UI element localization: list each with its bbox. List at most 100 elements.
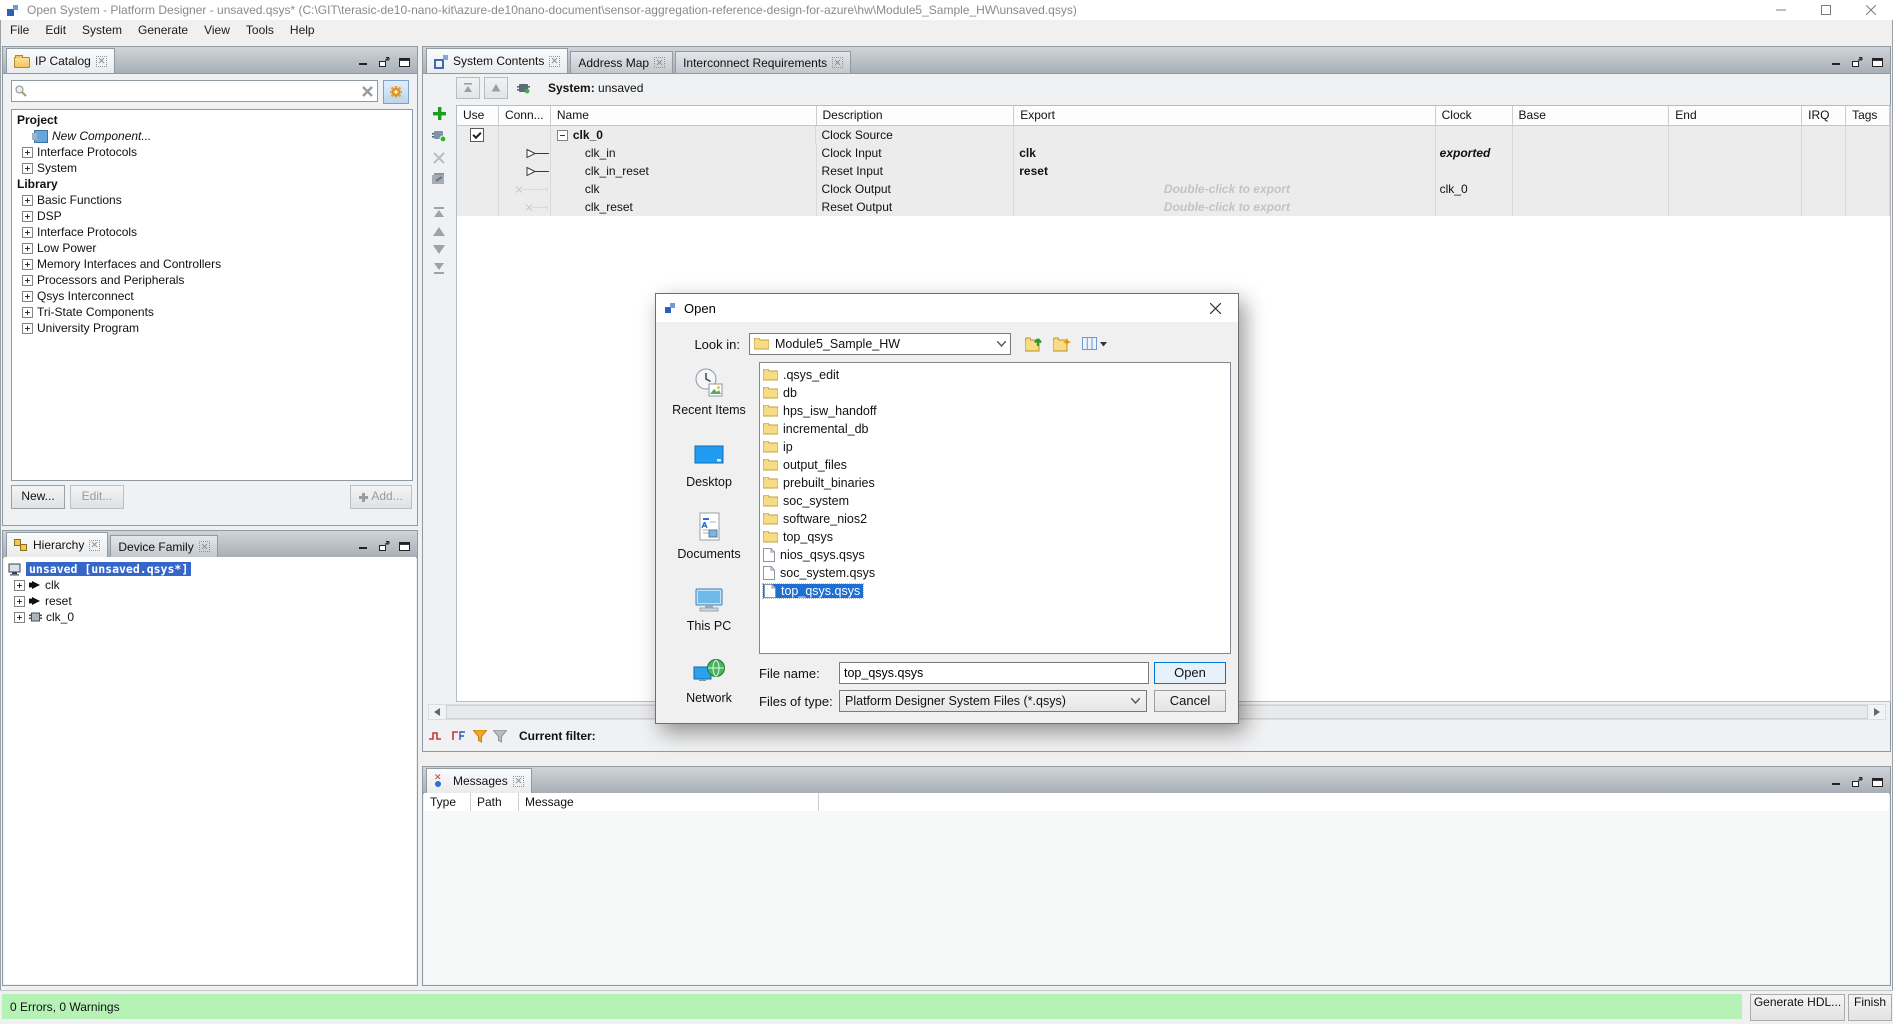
expand-icon[interactable] <box>22 243 33 254</box>
scroll-right-icon[interactable] <box>1869 705 1885 719</box>
move-top-button[interactable] <box>456 77 480 99</box>
expand-icon[interactable] <box>22 275 33 286</box>
clock-cell[interactable] <box>1436 198 1513 216</box>
float-panel-icon[interactable] <box>379 541 391 551</box>
clock-cell[interactable]: exported <box>1436 144 1513 162</box>
collapse-icon[interactable] <box>557 130 568 141</box>
expand-icon[interactable] <box>14 596 25 607</box>
file-item-output-files[interactable]: output_files <box>760 456 1230 474</box>
new-folder-icon[interactable] <box>1051 334 1073 354</box>
expand-icon[interactable] <box>14 580 25 591</box>
ip-tree-item-new-component[interactable]: New Component... <box>12 128 412 144</box>
hierarchy-root[interactable]: unsaved [unsaved.qsys*] <box>8 561 416 577</box>
column-header-name[interactable]: Name <box>551 106 817 125</box>
menu-view[interactable]: View <box>196 21 238 39</box>
maximize-panel-icon[interactable] <box>1872 57 1884 67</box>
hierarchy-tab-hierarchy[interactable]: Hierarchy <box>6 532 108 557</box>
ip-tree-item-interface-protocols[interactable]: Interface Protocols <box>12 144 412 160</box>
ip-tree-item-tri-state-components[interactable]: Tri-State Components <box>12 304 412 320</box>
file-item-top-qsys-qsys[interactable]: top_qsys.qsys <box>760 582 1230 600</box>
export-cell[interactable]: Double-click to export <box>1014 198 1435 216</box>
close-tab-icon[interactable] <box>199 541 210 552</box>
place-documents[interactable]: Documents <box>666 510 752 561</box>
messages-column-type[interactable]: Type <box>424 793 471 811</box>
float-panel-icon[interactable] <box>379 57 391 67</box>
file-name-input[interactable] <box>839 662 1149 684</box>
connection-cell[interactable] <box>499 162 551 180</box>
expand-icon[interactable] <box>22 147 33 158</box>
window-maximize-button[interactable] <box>1803 0 1848 20</box>
close-tab-icon[interactable] <box>96 56 107 67</box>
file-item-db[interactable]: db <box>760 384 1230 402</box>
ip-tree-item-interface-protocols[interactable]: Interface Protocols <box>12 224 412 240</box>
menu-help[interactable]: Help <box>282 21 323 39</box>
add-button[interactable]: Add... <box>350 485 412 509</box>
column-header-end[interactable]: End <box>1669 106 1802 125</box>
clock-cell[interactable] <box>1436 162 1513 180</box>
ip-tree-item-qsys-interconnect[interactable]: Qsys Interconnect <box>12 288 412 304</box>
system-tab-interconnect-requirements[interactable]: Interconnect Requirements <box>675 51 851 73</box>
look-in-combobox[interactable]: Module5_Sample_HW <box>749 333 1011 355</box>
system-tab-address-map[interactable]: Address Map <box>570 51 673 73</box>
window-minimize-button[interactable] <box>1758 0 1803 20</box>
export-cell[interactable] <box>1014 126 1435 144</box>
file-item-prebuilt-binaries[interactable]: prebuilt_binaries <box>760 474 1230 492</box>
column-header-irq[interactable]: IRQ <box>1802 106 1846 125</box>
column-header-conn[interactable]: Conn... <box>499 106 551 125</box>
clear-search-icon[interactable] <box>362 86 373 97</box>
ip-tree-item-basic-functions[interactable]: Basic Functions <box>12 192 412 208</box>
scroll-left-icon[interactable] <box>429 705 445 719</box>
clock-crossing-icon[interactable] <box>429 730 445 742</box>
maximize-panel-icon[interactable] <box>1872 777 1884 787</box>
use-cell[interactable] <box>457 126 499 144</box>
move-up-button[interactable] <box>484 77 508 99</box>
ip-tree-item-system[interactable]: System <box>12 160 412 176</box>
column-header-clock[interactable]: Clock <box>1436 106 1513 125</box>
place-recent-items[interactable]: Recent Items <box>666 366 752 417</box>
chevron-down-icon[interactable] <box>992 341 1010 347</box>
hierarchy-item-reset[interactable]: reset <box>8 593 416 609</box>
ip-settings-button[interactable] <box>383 80 409 104</box>
export-cell[interactable]: clk <box>1014 144 1435 162</box>
connection-cell[interactable] <box>499 126 551 144</box>
signal-filter-icon[interactable] <box>451 730 467 742</box>
files-of-type-select[interactable]: Platform Designer System Files (*.qsys) <box>839 690 1147 712</box>
table-row-clk-reset[interactable]: clk_resetReset OutputDouble-click to exp… <box>457 198 1890 216</box>
file-item-incremental-db[interactable]: incremental_db <box>760 420 1230 438</box>
move-to-top-icon[interactable] <box>433 207 445 218</box>
expand-icon[interactable] <box>22 323 33 334</box>
name-cell[interactable]: clk <box>551 180 817 198</box>
expand-icon[interactable] <box>22 211 33 222</box>
messages-column-message[interactable]: Message <box>519 793 819 811</box>
maximize-panel-icon[interactable] <box>399 57 411 67</box>
expand-icon[interactable] <box>14 612 25 623</box>
window-close-button[interactable] <box>1848 0 1893 20</box>
chevron-down-icon[interactable] <box>1131 698 1140 704</box>
clock-cell[interactable]: clk_0 <box>1436 180 1513 198</box>
menu-tools[interactable]: Tools <box>238 21 282 39</box>
table-row-clk-in-reset[interactable]: clk_in_resetReset Inputreset <box>457 162 1890 180</box>
table-row-clk[interactable]: clkClock OutputDouble-click to exportclk… <box>457 180 1890 198</box>
use-cell[interactable] <box>457 180 499 198</box>
hierarchy-item-clk-0[interactable]: clk_0 <box>8 609 416 625</box>
move-to-bottom-icon[interactable] <box>433 263 445 274</box>
minimize-panel-icon[interactable] <box>1832 777 1844 787</box>
file-item-qsys-edit[interactable]: .qsys_edit <box>760 366 1230 384</box>
place-desktop[interactable]: Desktop <box>666 438 752 489</box>
file-item-soc-system[interactable]: soc_system <box>760 492 1230 510</box>
minimize-panel-icon[interactable] <box>1832 57 1844 67</box>
move-down-icon[interactable] <box>433 245 445 254</box>
use-cell[interactable] <box>457 198 499 216</box>
up-one-level-icon[interactable] <box>1023 334 1045 354</box>
checkbox-checked-icon[interactable] <box>470 128 484 142</box>
clock-output-icon[interactable] <box>514 184 550 195</box>
name-cell[interactable]: clk_in <box>551 144 817 162</box>
use-cell[interactable] <box>457 144 499 162</box>
generate-hdl-button[interactable]: Generate HDL... <box>1750 994 1845 1021</box>
ip-tree-item-university-program[interactable]: University Program <box>12 320 412 336</box>
filter-funnel-icon[interactable] <box>473 730 487 743</box>
file-item-hps-isw-handoff[interactable]: hps_isw_handoff <box>760 402 1230 420</box>
dialog-close-button[interactable] <box>1193 294 1238 322</box>
ip-tree-item-processors-and-peripherals[interactable]: Processors and Peripherals <box>12 272 412 288</box>
menu-system[interactable]: System <box>74 21 130 39</box>
